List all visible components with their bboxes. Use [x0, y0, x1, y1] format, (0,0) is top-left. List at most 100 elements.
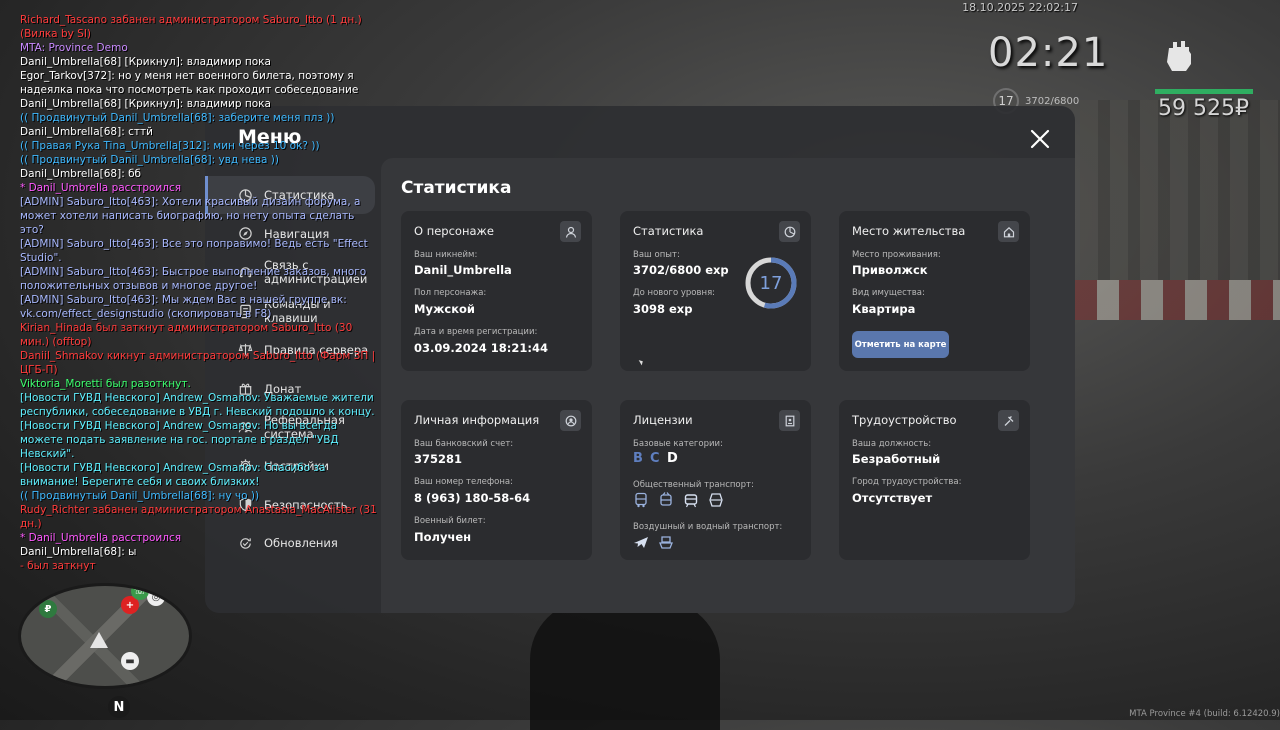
- chat-line: [Новости ГУВД Невского] Andrew_Osmanov: …: [20, 420, 339, 460]
- card-licenses: Лицензии Базовые категории: B C D Общест…: [620, 400, 811, 560]
- position-value: Безработный: [852, 452, 941, 466]
- bank-value: 375281: [414, 452, 463, 466]
- next-level-value: 3098 exp: [633, 302, 693, 316]
- nickname-value: Danil_Umbrella: [414, 263, 512, 277]
- phone-label: Ваш номер телефона:: [414, 477, 513, 487]
- chat-line: [ADMIN] Saburo_Itto[463]: Хотели красивы…: [20, 196, 361, 236]
- card-title: Место жительства: [852, 224, 966, 238]
- bus-icon: [635, 492, 647, 508]
- chat-line: [ADMIN] Saburo_Itto[463]: Быстрое выполн…: [20, 266, 367, 292]
- chat-line: Rudy_Richter забанен администратором Ana…: [20, 504, 377, 530]
- stats-content: Статистика О персонаже Ваш никнейм: Dani…: [381, 158, 1075, 613]
- chat-line: MTA: Province Demo: [20, 42, 128, 54]
- chat-line: Daniil_Shmakov кикнут администратором Sa…: [20, 350, 376, 376]
- id-icon: [560, 410, 581, 431]
- registration-label: Дата и время регистрации:: [414, 327, 538, 337]
- car-icon: ▬: [121, 652, 139, 670]
- chat-line: Danil_Umbrella[68]: ы: [20, 546, 137, 558]
- metro-icon: [709, 493, 723, 507]
- property-label: Вид имущества:: [852, 288, 925, 298]
- player-character: [530, 600, 720, 730]
- chat-line: Kirian_Hinada был заткнут администраторо…: [20, 322, 353, 348]
- card-title: О персонаже: [414, 224, 494, 238]
- card-title: Трудоустройство: [852, 413, 957, 427]
- public-transport-icons: [633, 492, 724, 508]
- card-employment: Трудоустройство Ваша должность: Безработ…: [839, 400, 1030, 560]
- card-stats: Статистика Ваш опыт: 3702/6800 exp До но…: [620, 211, 811, 371]
- position-label: Ваша должность:: [852, 439, 932, 449]
- license-category-c: C: [650, 451, 660, 466]
- tram-icon: [684, 494, 698, 508]
- chat-line: Danil_Umbrella[68]: бб: [20, 168, 142, 180]
- residence-value: Приволжск: [852, 263, 928, 277]
- fist-icon: [1160, 34, 1198, 74]
- chat-line: Richard_Tascano забанен администратором …: [20, 14, 362, 40]
- chat-line: [ADMIN] Saburo_Itto[463]: Мы ждем Вас в …: [20, 294, 347, 320]
- gender-label: Пол персонажа:: [414, 288, 487, 298]
- chart-pie-icon: [779, 221, 800, 242]
- mark-on-map-button[interactable]: Отметить на карте: [852, 331, 949, 358]
- hud-datetime: 18.10.2025 22:02:17: [962, 1, 1078, 14]
- phone-value: 8 (963) 180-58-64: [414, 491, 531, 505]
- military-label: Военный билет:: [414, 516, 486, 526]
- user-icon: [560, 221, 581, 242]
- chat-line: (( Продвинутый Danil_Umbrella[68]: ну чо…: [20, 490, 260, 502]
- next-level-label: До нового уровня:: [633, 288, 716, 298]
- north-icon: N: [108, 696, 130, 718]
- base-categories-label: Базовые категории:: [633, 439, 723, 449]
- target-icon: ◎: [147, 588, 165, 606]
- level-progress-ring: 17: [744, 256, 798, 310]
- license-category-b: B: [633, 451, 643, 466]
- card-title: Личная информация: [414, 413, 540, 427]
- background-building: [1080, 100, 1280, 280]
- residence-label: Место проживания:: [852, 250, 941, 260]
- plane-icon: [634, 537, 648, 548]
- hud-level-exp: 3702/6800: [1025, 95, 1080, 107]
- content-title: Статистика: [401, 178, 512, 198]
- document-icon: [779, 410, 800, 431]
- exp-label: Ваш опыт:: [633, 250, 680, 260]
- air-water-transport-label: Воздушный и водный транспорт:: [633, 522, 783, 532]
- chat-line: Danil_Umbrella[68] [Крикнул]: владимир п…: [20, 56, 271, 68]
- hud-clock: 02:21: [988, 30, 1109, 76]
- card-title: Лицензии: [633, 413, 693, 427]
- military-value: Получен: [414, 530, 472, 544]
- chat-line: [ADMIN] Saburo_Itto[463]: Все это поправ…: [20, 238, 368, 264]
- exp-value: 3702/6800 exp: [633, 263, 729, 277]
- nickname-label: Ваш никнейм:: [414, 250, 478, 260]
- boat-icon: [659, 536, 673, 549]
- health-bar: [1155, 89, 1253, 94]
- chat-line: * Danil_Umbrella расстроился: [20, 182, 182, 194]
- ruble-icon: ₽: [39, 600, 57, 618]
- level-number: 17: [759, 272, 783, 294]
- chat-line: (( Продвинутый Danil_Umbrella[68]: увд н…: [20, 154, 279, 166]
- public-transport-label: Общественный транспорт:: [633, 480, 754, 490]
- chat-line: [Новости ГУВД Невского] Andrew_Osmanov: …: [20, 392, 375, 418]
- build-info: MTA Province #4 (build: 6.12420.9): [1129, 709, 1280, 719]
- chat-line: - был заткнут: [20, 560, 96, 572]
- hammer-icon: [998, 410, 1019, 431]
- chat-line: [Новости ГУВД Невского] Andrew_Osmanov: …: [20, 462, 326, 488]
- chat-line: Danil_Umbrella[68] [Крикнул]: владимир п…: [20, 98, 271, 110]
- house-icon: [998, 221, 1019, 242]
- air-water-transport-icons: [633, 534, 674, 550]
- gender-value: Мужской: [414, 302, 475, 316]
- chat-log: Richard_Tascano забанен администратором …: [20, 13, 380, 573]
- player-arrow-icon: [90, 632, 108, 648]
- property-value: Квартира: [852, 302, 916, 316]
- card-title: Статистика: [633, 224, 704, 238]
- bank-label: Ваш банковский счет:: [414, 439, 514, 449]
- card-personal: Личная информация Ваш банковский счет: 3…: [401, 400, 592, 560]
- chat-line: * Danil_Umbrella расстроился: [20, 532, 182, 544]
- chat-line: Egor_Tarkov[372]: но у меня нет военного…: [20, 70, 359, 96]
- chat-line: (( Правая Рука Tina_Umbrella[312]: мин ч…: [20, 140, 320, 152]
- background-fence: [1075, 280, 1280, 320]
- chat-line: (( Продвинутый Danil_Umbrella[68]: забер…: [20, 112, 335, 124]
- close-icon[interactable]: [1029, 128, 1051, 150]
- chat-line: Danil_Umbrella[68]: сттй: [20, 126, 153, 138]
- health-bar-fill: [1155, 89, 1253, 94]
- license-category-d: D: [667, 451, 678, 466]
- work-city-label: Город трудоустройства:: [852, 477, 962, 487]
- trolleybus-icon: [660, 492, 672, 506]
- chat-line: Viktoria_Moretti был разоткнут.: [20, 378, 191, 390]
